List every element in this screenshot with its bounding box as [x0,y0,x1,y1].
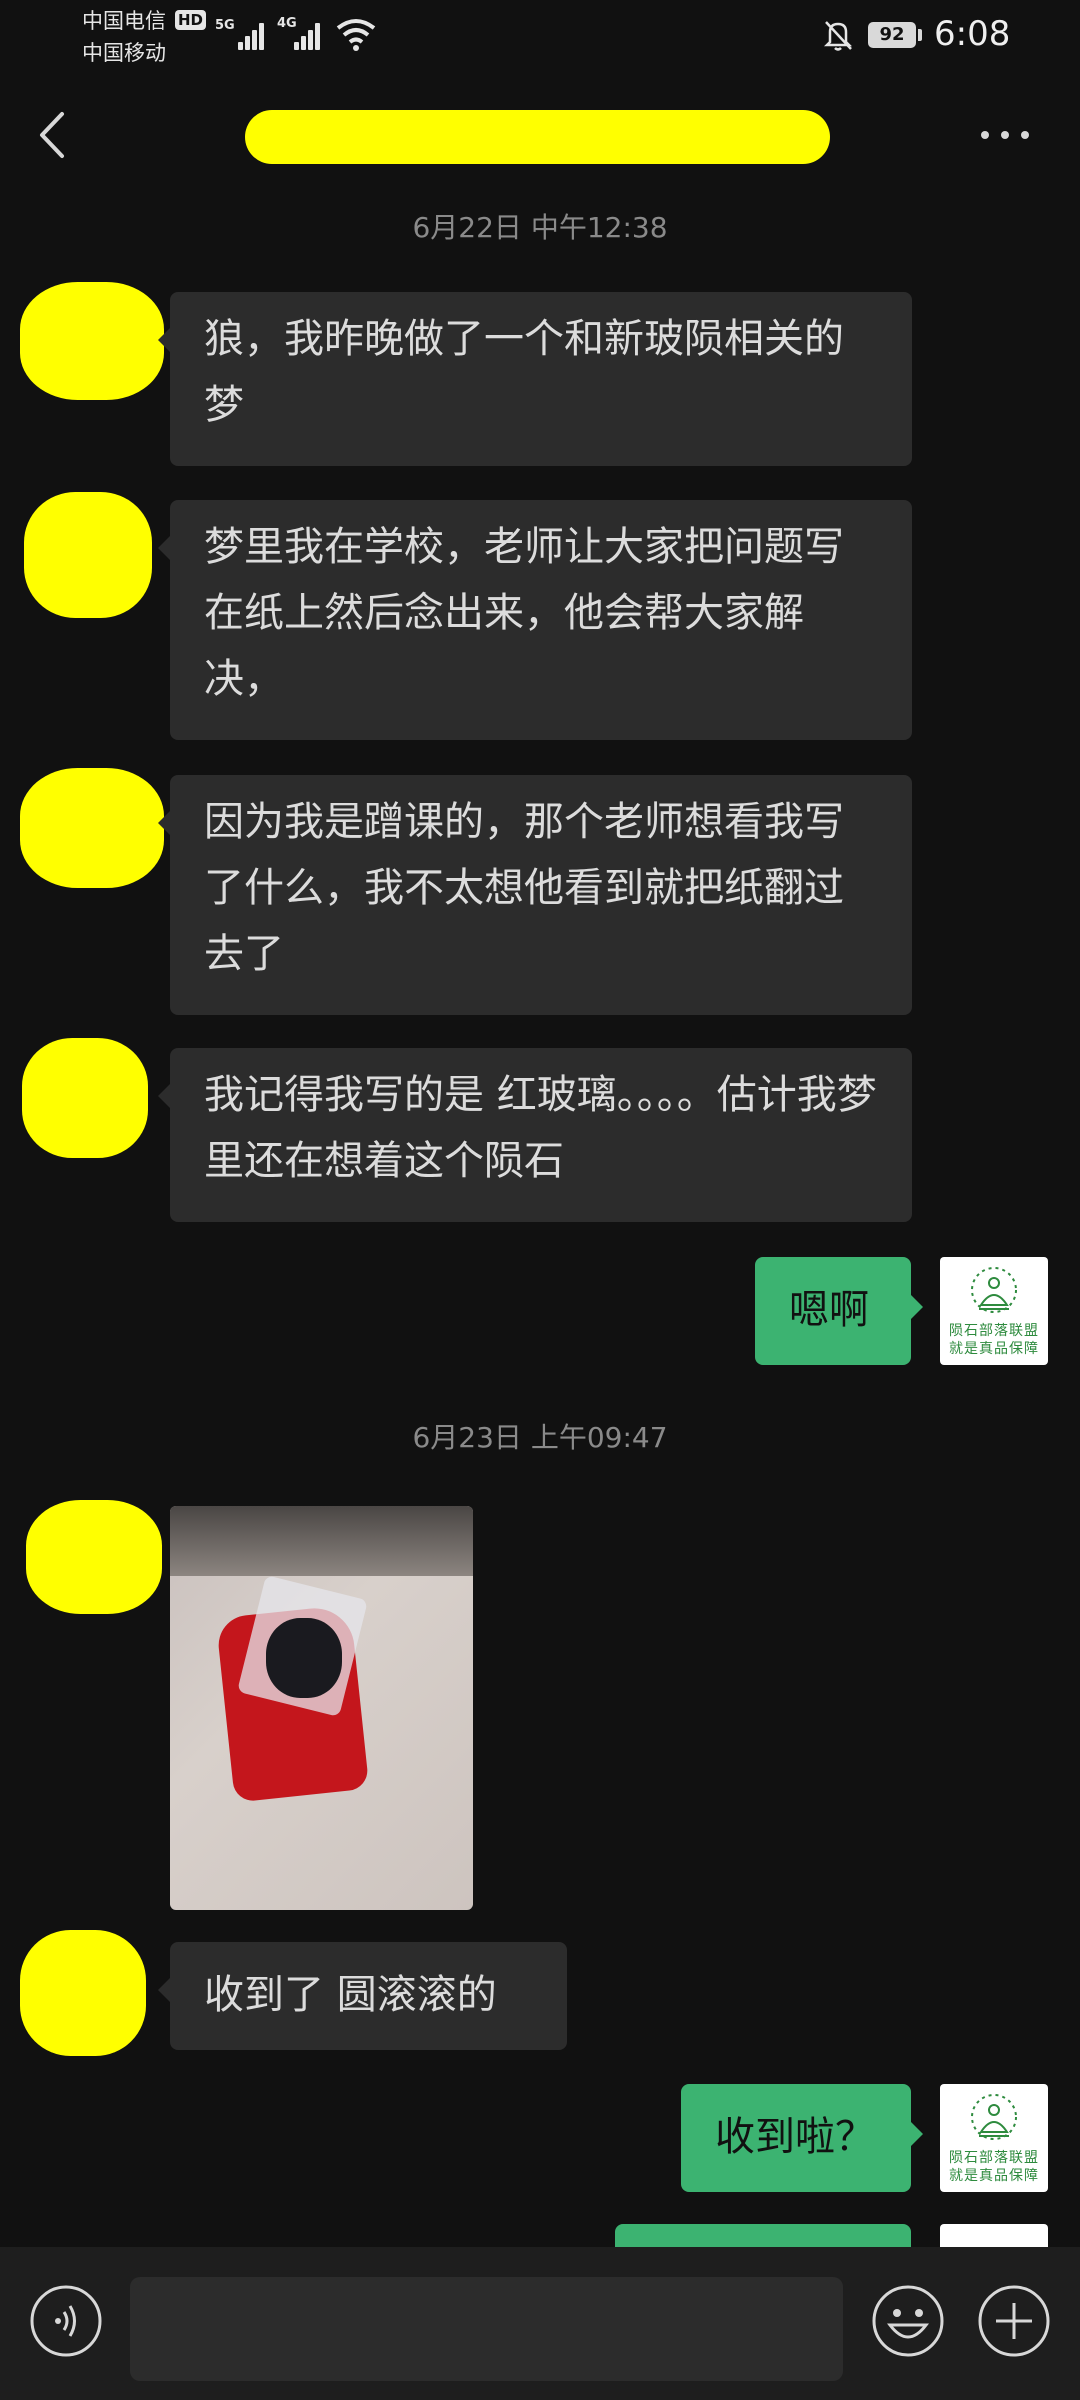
battery-icon: 92 [868,22,916,48]
avatar-logo-text-1: 陨石部落联盟 [949,2150,1039,2166]
photo-meteorite [266,1618,342,1698]
carrier-1: 中国电信 [82,9,166,33]
avatar-redacted[interactable] [20,1930,146,2056]
chevron-left-icon[interactable] [30,108,74,162]
avatar-logo-text-2: 就是真品保障 [949,2168,1039,2184]
message-bubble-outgoing[interactable]: 收到啦？ [681,2084,923,2192]
chat-header [0,80,1080,190]
chat-message-list[interactable]: 6月22日 中午12:38 狼，我昨晚做了一个和新玻陨相关的梦 梦里我在学校，老… [0,190,1080,2247]
avatar-logo-text-1: 陨石部落联盟 [949,1323,1039,1339]
avatar-redacted[interactable] [22,1038,148,1158]
voice-icon[interactable] [28,2283,104,2359]
timestamp: 6月23日 上午09:47 [412,1421,668,1454]
message-bubble-incoming[interactable]: 因为我是蹭课的，那个老师想看我写了什么，我不太想他看到就把纸翻过去了 [158,775,912,1015]
avatar-redacted[interactable] [20,282,164,400]
signal-icon [228,18,264,50]
message-bubble-incoming[interactable]: 收到了 圆滚滚的 [158,1942,567,2050]
avatar-redacted[interactable] [24,492,152,618]
my-avatar-partial[interactable] [940,2224,1048,2247]
my-avatar[interactable]: 陨石部落联盟 就是真品保障 [940,2084,1048,2192]
timestamp: 6月22日 中午12:38 [412,211,668,244]
bell-off-icon [823,21,853,51]
status-bar: 中国电信 HD 中国移动 5G 4G 92 6:08 [0,0,1080,80]
signal-icon [290,18,326,50]
message-bubble-incoming[interactable]: 梦里我在学校，老师让大家把问题写在纸上然后念出来，他会帮大家解决， [158,500,912,740]
message-bubble-outgoing[interactable]: 嗯啊 [755,1257,923,1365]
avatar-logo-text-2: 就是真品保障 [949,1341,1039,1357]
message-image[interactable] [170,1506,473,1910]
hd-badge: HD [175,10,207,30]
battery-tip [918,29,922,41]
avatar-redacted[interactable] [26,1500,162,1614]
logo-icon [971,2094,1017,2140]
avatar-redacted[interactable] [20,768,164,888]
message-bubble-incoming[interactable]: 我记得我写的是 红玻璃。。。。估计我梦里还在想着这个陨石 [158,1048,912,1222]
status-time: 6:08 [934,14,1011,54]
emoji-icon[interactable] [870,2283,946,2359]
message-input[interactable] [130,2277,843,2381]
plus-circle-icon[interactable] [976,2283,1052,2359]
message-bubble-incoming[interactable]: 狼，我昨晚做了一个和新玻陨相关的梦 [158,292,912,466]
contact-name-redacted [245,110,830,164]
wifi-icon [336,19,376,51]
carrier-2: 中国移动 [82,41,166,65]
photo-background-edge [170,1506,473,1576]
more-horizontal-icon[interactable] [975,120,1035,150]
message-bubble-outgoing-partial[interactable] [615,2224,911,2247]
logo-icon [971,1267,1017,1313]
input-bar [0,2247,1080,2400]
my-avatar[interactable]: 陨石部落联盟 就是真品保障 [940,1257,1048,1365]
